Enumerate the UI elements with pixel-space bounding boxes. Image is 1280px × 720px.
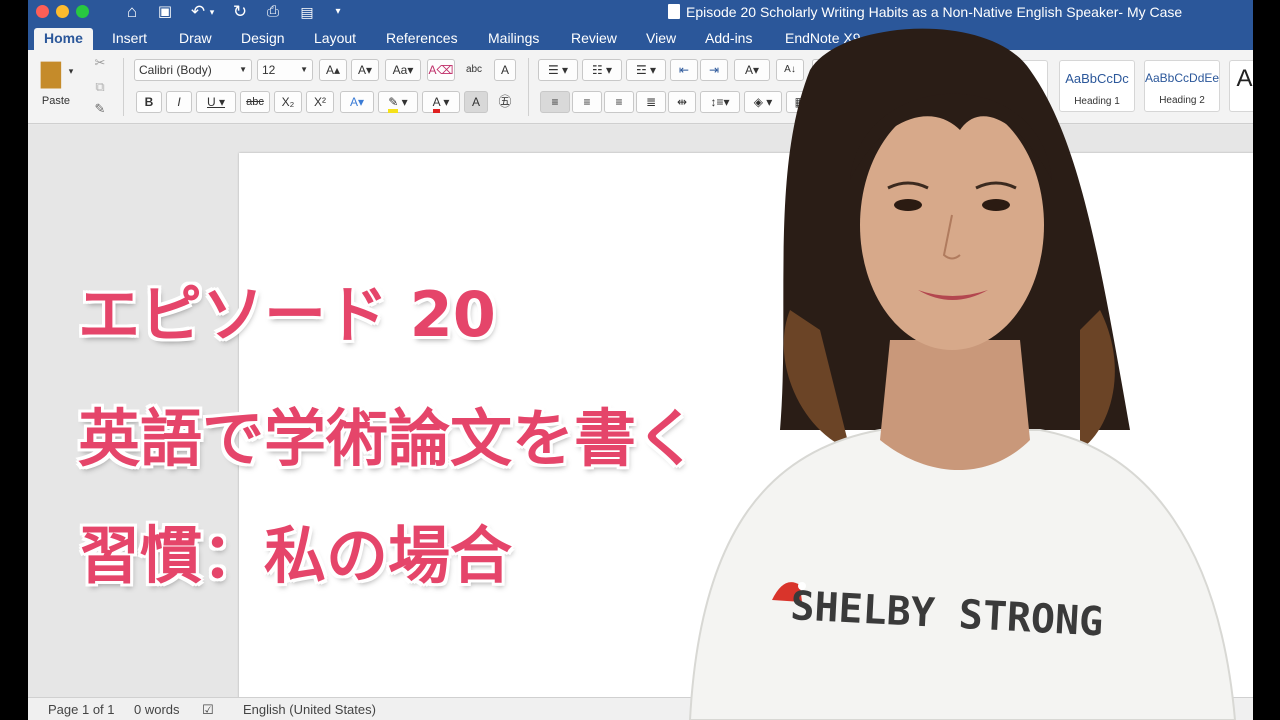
eraser-icon: A⌫ [428, 63, 454, 77]
paste-dropdown-icon[interactable]: ▾ [66, 60, 76, 82]
tab-insert[interactable]: Insert [112, 28, 147, 50]
character-border-icon: A [500, 63, 509, 77]
align-center-button[interactable]: ≡ [572, 91, 602, 113]
superscript-icon: X² [314, 95, 326, 109]
highlighter-icon: ✎ [388, 95, 399, 113]
tab-design[interactable]: Design [241, 28, 285, 50]
home-icon[interactable]: ⌂ [122, 1, 142, 23]
tab-references[interactable]: References [386, 28, 458, 50]
align-center-icon: ≡ [583, 95, 591, 109]
format-painter-icon[interactable]: ✎ [90, 98, 110, 120]
face [860, 100, 1044, 350]
word-count[interactable]: 0 words [134, 702, 180, 717]
superscript-button[interactable]: X² [306, 91, 334, 113]
copy-icon[interactable]: ⧉ [90, 76, 110, 98]
clear-formatting-button[interactable]: A⌫ [427, 59, 455, 81]
grow-font-button[interactable]: A▴ [319, 59, 347, 81]
font-color-button[interactable]: A ▾ [422, 91, 460, 113]
chevron-down-icon: ▼ [239, 65, 247, 74]
tab-layout[interactable]: Layout [314, 28, 356, 50]
tab-home[interactable]: Home [34, 28, 93, 50]
undo-icon[interactable]: ↶ [188, 1, 208, 23]
page-count[interactable]: Page 1 of 1 [48, 702, 115, 717]
print-icon[interactable]: ⎙ [262, 1, 284, 23]
language[interactable]: English (United States) [243, 702, 376, 717]
phonetic-guide-icon[interactable]: abc [460, 59, 488, 81]
bullets-button[interactable]: ☰ ▾ [538, 59, 578, 81]
shirt [688, 429, 1237, 720]
change-case-icon: Aa▾ [392, 63, 414, 77]
save-icon[interactable]: ▣ [156, 1, 174, 23]
ribbon-separator [528, 58, 529, 116]
right-eye [982, 199, 1010, 211]
shrink-font-button[interactable]: A▾ [351, 59, 379, 81]
text-effects-button[interactable]: A▾ [340, 91, 374, 113]
character-shading-icon: A [471, 95, 480, 109]
layout-view-icon[interactable]: ▤ [296, 1, 318, 23]
customize-toolbar-icon[interactable]: ▾ [332, 1, 344, 23]
proofing-icon[interactable]: ☑ [202, 702, 214, 718]
numbered-list-icon: ☷ ▾ [591, 63, 613, 77]
minimize-window-button[interactable] [56, 5, 69, 18]
align-left-button[interactable]: ≡ [540, 91, 570, 113]
presenter-photo: SHELBY STRONG [688, 28, 1237, 720]
chevron-down-icon: ▼ [300, 65, 308, 74]
highlight-button[interactable]: ✎ ▾ [378, 91, 418, 113]
font-color-icon: A [432, 95, 440, 113]
right-black-bar [1253, 0, 1280, 720]
cut-icon[interactable]: ✂ [90, 52, 110, 74]
undo-dropdown-icon[interactable]: ▾ [207, 1, 217, 23]
bold-button[interactable]: B [136, 91, 162, 113]
shrink-font-icon: A▾ [357, 63, 373, 77]
character-border-button[interactable]: A [494, 59, 516, 81]
left-eye [894, 199, 922, 211]
align-right-icon: ≡ [615, 95, 623, 109]
strikethrough-button[interactable]: abc [240, 91, 270, 113]
font-size-select[interactable]: 12 ▼ [257, 59, 313, 81]
text-effects-icon: A▾ [349, 95, 365, 109]
justify-icon: ≣ [645, 95, 657, 109]
change-case-button[interactable]: Aa▾ [385, 59, 421, 81]
tab-mailings[interactable]: Mailings [488, 28, 539, 50]
multilevel-list-icon: ☲ ▾ [635, 63, 657, 77]
tab-review[interactable]: Review [571, 28, 617, 50]
redo-icon[interactable]: ↻ [230, 1, 250, 23]
subscript-button[interactable]: X₂ [274, 91, 302, 113]
italic-icon: I [177, 95, 181, 109]
subscript-icon: X₂ [281, 95, 295, 109]
paste-label[interactable]: Paste [36, 90, 76, 112]
paste-icon[interactable]: ▇ [36, 56, 66, 90]
underline-button[interactable]: U ▾ [196, 91, 236, 113]
font-name-select[interactable]: Calibri (Body) ▼ [134, 59, 252, 81]
tab-draw[interactable]: Draw [179, 28, 212, 50]
font-name-value: Calibri (Body) [139, 63, 212, 77]
italic-button[interactable]: I [166, 91, 192, 113]
font-size-value: 12 [262, 63, 276, 77]
left-black-bar [0, 0, 28, 720]
neck [880, 340, 1030, 470]
close-window-button[interactable] [36, 5, 49, 18]
strikethrough-icon: abc [246, 96, 264, 108]
headline-line-3: 習慣：私の場合 [78, 519, 513, 592]
bullet-list-icon: ☰ ▾ [547, 63, 569, 77]
underline-icon: U ▾ [206, 95, 226, 109]
character-shading-button[interactable]: A [464, 91, 488, 113]
enclose-characters-icon[interactable]: ㊄ [494, 91, 516, 113]
headline-line-1: エピソード 20 [78, 278, 496, 351]
bold-icon: B [144, 95, 154, 109]
headline-line-2: 英語で学術論文を書く [78, 402, 699, 475]
numbering-button[interactable]: ☷ ▾ [582, 59, 622, 81]
maximize-window-button[interactable] [76, 5, 89, 18]
ribbon-separator [123, 58, 124, 116]
align-left-icon: ≡ [551, 95, 559, 109]
align-right-button[interactable]: ≡ [604, 91, 634, 113]
grow-font-icon: A▴ [325, 63, 341, 77]
